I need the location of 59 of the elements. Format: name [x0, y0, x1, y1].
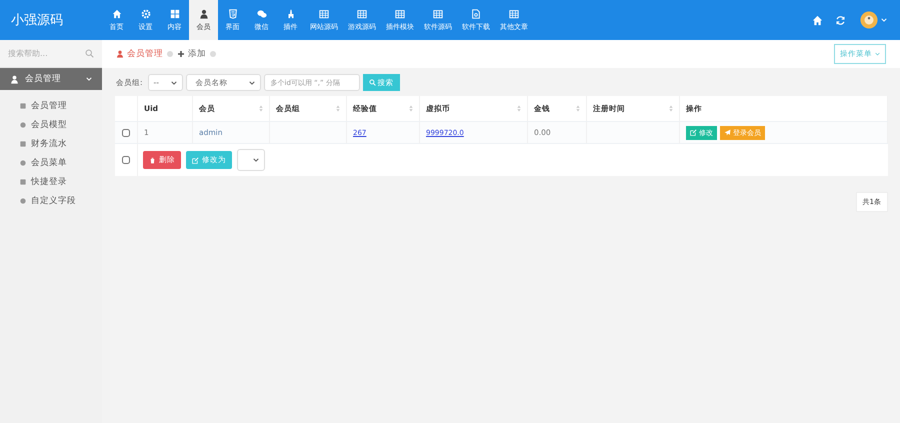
logo-text: 小强源码	[10, 12, 64, 30]
chevron-icon	[86, 77, 92, 81]
refresh-icon[interactable]	[835, 14, 846, 26]
sidebar-item[interactable]: 会员模型	[0, 115, 102, 134]
caret-icon	[253, 158, 259, 162]
sidebar-item[interactable]: 快捷登录	[0, 172, 102, 191]
home-icon	[112, 8, 122, 18]
caret-icon	[170, 80, 177, 84]
sidebar-item[interactable]: 会员菜单	[0, 153, 102, 172]
chat-icon	[256, 8, 266, 18]
sidebar-item[interactable]: 自定义字段	[0, 191, 102, 210]
edit-icon	[690, 129, 697, 136]
table-icon	[395, 8, 405, 18]
user-icon	[116, 50, 124, 58]
row-checkbox[interactable]	[122, 128, 130, 136]
sidebar-item[interactable]: 会员管理	[0, 96, 102, 115]
sort-icon[interactable]	[517, 105, 521, 112]
html-icon	[228, 8, 238, 18]
separator-dot	[210, 51, 216, 57]
item-icon	[19, 120, 27, 128]
item-icon	[19, 140, 27, 148]
caret-icon	[248, 80, 255, 84]
sort-icon[interactable]	[409, 105, 413, 112]
plug-icon	[286, 8, 296, 18]
avatar-icon[interactable]	[860, 11, 878, 29]
page-tab[interactable]: 会员管理	[116, 48, 163, 60]
paper-plane-icon	[724, 129, 731, 136]
item-icon	[19, 102, 27, 110]
search-icon	[368, 79, 376, 86]
user-icon	[198, 8, 208, 18]
grid-icon	[170, 8, 180, 18]
user-icon	[10, 74, 19, 84]
item-icon	[19, 158, 27, 166]
plus-icon	[177, 50, 185, 58]
separator-dot	[167, 51, 173, 57]
caret-icon[interactable]	[881, 18, 887, 22]
table-icon	[357, 8, 367, 18]
file-icon	[471, 8, 481, 18]
item-icon	[19, 196, 27, 204]
settings-icon	[140, 8, 150, 18]
table-icon	[509, 8, 519, 18]
sort-icon[interactable]	[259, 105, 263, 112]
sort-icon[interactable]	[576, 105, 580, 112]
sort-icon[interactable]	[336, 105, 340, 112]
target-select[interactable]	[237, 149, 265, 171]
edit-icon	[192, 156, 199, 164]
home-icon[interactable]	[812, 14, 823, 26]
sort-icon[interactable]	[669, 105, 673, 112]
table-icon	[433, 8, 443, 18]
item-icon	[19, 178, 27, 186]
sidebar-section[interactable]: 会员管理	[0, 68, 102, 90]
table-icon	[319, 8, 329, 18]
trash-icon	[149, 156, 156, 164]
search-field[interactable]: 搜索帮助...	[8, 49, 78, 58]
caret-icon	[875, 52, 880, 56]
select-all-checkbox[interactable]	[122, 156, 130, 164]
search-icon[interactable]	[85, 49, 94, 58]
sidebar-item[interactable]: 财务流水	[0, 134, 102, 153]
page-tab[interactable]: 添加	[177, 48, 206, 60]
